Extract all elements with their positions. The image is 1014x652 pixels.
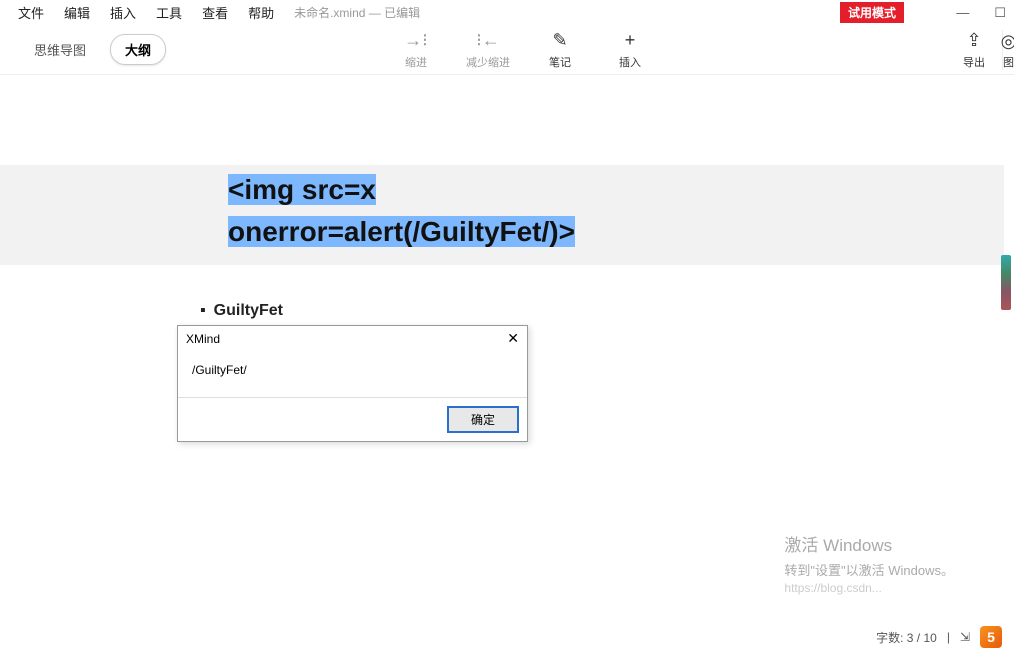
indent-label: 缩进	[405, 54, 427, 70]
content-area: <img src=x onerror=alert(/GuiltyFet/)> ▪…	[0, 75, 1014, 635]
outdent-label: 减少缩进	[466, 54, 510, 70]
minimize-button[interactable]: —	[956, 5, 969, 20]
watermark-title: 激活 Windows	[784, 531, 954, 556]
export-icon: ⇪	[966, 30, 981, 52]
root-topic-text[interactable]: <img src=x onerror=alert(/GuiltyFet/)>	[228, 169, 575, 253]
word-count: 字数: 3 / 10	[876, 629, 937, 646]
watermark-url: https://blog.csdn...	[784, 581, 954, 595]
menu-file[interactable]: 文件	[8, 0, 54, 25]
menu-edit[interactable]: 编辑	[54, 0, 100, 25]
selected-text-line2: onerror=alert(/GuiltyFet/)>	[228, 216, 575, 247]
toolbar-center: →⁝ 缩进 ⁝← 减少缩进 ✎ 笔记 + 插入	[396, 30, 650, 70]
maximize-button[interactable]: ☐	[994, 5, 1006, 21]
menu-tools[interactable]: 工具	[146, 0, 192, 25]
image-button-partial[interactable]: ◎ 图	[1002, 30, 1014, 70]
trial-mode-badge[interactable]: 试用模式	[840, 2, 904, 23]
dialog-footer: 确定	[178, 397, 527, 441]
view-tabs: 思维导图 大纲	[20, 34, 166, 65]
plus-icon: +	[625, 30, 636, 52]
window-title: 未命名.xmind — 已编辑	[294, 4, 420, 21]
window-controls: — ☐	[956, 0, 1006, 25]
dialog-message: /GuiltyFet/	[178, 351, 527, 397]
hbuilder-taskbar-icon[interactable]: 5	[980, 626, 1002, 648]
menu-insert[interactable]: 插入	[100, 0, 146, 25]
export-label: 导出	[963, 54, 985, 70]
indent-icon: →⁝	[404, 30, 428, 52]
note-button[interactable]: ✎ 笔记	[540, 30, 580, 70]
insert-button[interactable]: + 插入	[610, 30, 650, 70]
image-icon: ◎	[1001, 30, 1014, 52]
toolbar: 思维导图 大纲 →⁝ 缩进 ⁝← 减少缩进 ✎ 笔记 + 插入 ⇪ 导出 ◎ 图	[0, 25, 1014, 75]
collapse-icon[interactable]: ⇲	[960, 630, 970, 644]
alert-dialog: XMind ✕ /GuiltyFet/ 确定	[177, 325, 528, 442]
note-label: 笔记	[549, 54, 571, 70]
dialog-header: XMind ✕	[178, 326, 527, 351]
menubar: 文件 编辑 插入 工具 查看 帮助 未命名.xmind — 已编辑 试用模式 —…	[0, 0, 1014, 25]
side-color-indicator	[1001, 255, 1011, 310]
outdent-button[interactable]: ⁝← 减少缩进	[466, 30, 510, 70]
close-icon[interactable]: ✕	[507, 330, 519, 347]
divider: |	[947, 630, 950, 644]
selected-text-line1: <img src=x	[228, 174, 376, 205]
outdent-icon: ⁝←	[476, 30, 500, 52]
watermark-subtitle: 转到"设置"以激活 Windows。	[784, 560, 954, 579]
indent-button[interactable]: →⁝ 缩进	[396, 30, 436, 70]
dialog-title: XMind	[186, 332, 220, 346]
note-icon: ✎	[552, 30, 567, 52]
insert-label: 插入	[619, 54, 641, 70]
menu-view[interactable]: 查看	[192, 0, 238, 25]
ok-button[interactable]: 确定	[447, 406, 519, 433]
statusbar: 字数: 3 / 10 | ⇲ 5	[864, 622, 1014, 652]
outline-item-text: GuiltyFet	[214, 302, 283, 319]
tab-outline[interactable]: 大纲	[110, 34, 166, 65]
windows-activation-watermark: 激活 Windows 转到"设置"以激活 Windows。 https://bl…	[784, 531, 954, 595]
menu-help[interactable]: 帮助	[238, 0, 284, 25]
tab-mindmap[interactable]: 思维导图	[20, 35, 100, 64]
bullet-icon: ▪	[200, 302, 206, 319]
image-label: 图	[1003, 54, 1014, 70]
outline-child-item[interactable]: ▪ GuiltyFet	[200, 302, 283, 320]
